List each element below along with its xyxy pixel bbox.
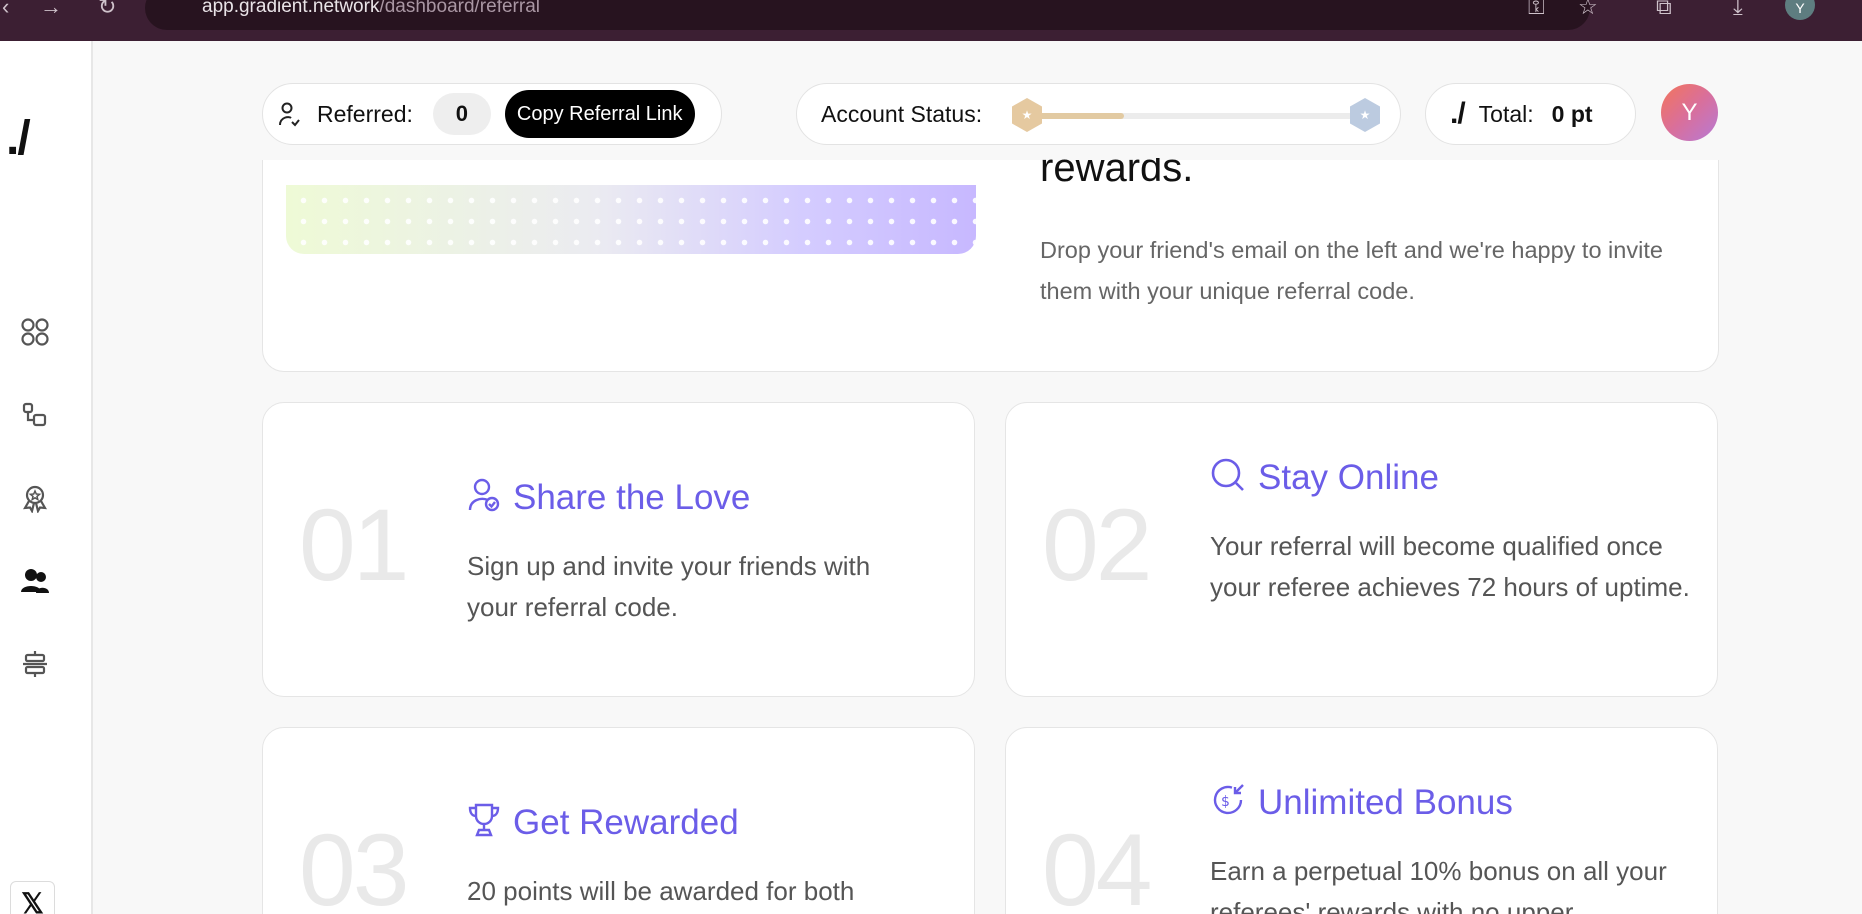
x-logo-icon: 𝕏	[21, 888, 44, 914]
referral-user-icon	[277, 101, 301, 127]
search-icon	[1210, 457, 1246, 498]
referred-label: Referred:	[317, 100, 413, 127]
step-description: Earn a perpetual 10% bonus on all your r…	[1210, 856, 1667, 914]
step-number: 04	[1042, 813, 1152, 914]
award-icon[interactable]	[18, 481, 52, 515]
step-description: 20 points will be awarded for both	[467, 876, 855, 906]
account-status-label: Account Status:	[821, 100, 983, 127]
step-description: Your referral will become qualified once…	[1210, 531, 1690, 602]
step-card-unlimited-bonus: 04 $ Unlimited Bonus Earn a perpetual 10…	[1005, 727, 1718, 914]
step-card-stay-online: 02 Stay Online Your referral will become…	[1005, 402, 1718, 697]
step-title: Stay Online	[1258, 457, 1439, 497]
step-title-row: $ Unlimited Bonus	[1210, 782, 1513, 823]
copy-referral-link-button[interactable]: Copy Referral Link	[504, 90, 695, 138]
step-title-row: Stay Online	[1210, 457, 1439, 498]
forward-icon[interactable]: →	[40, 0, 62, 18]
user-check-icon	[467, 477, 501, 518]
trophy-icon	[467, 802, 501, 843]
grid-icon[interactable]	[18, 315, 52, 349]
browser-toolbar: ‹ → ↻ app.gradient.network/dashboard/ref…	[0, 0, 1862, 41]
reload-icon[interactable]: ↻	[98, 0, 116, 18]
step-title-row: Get Rewarded	[467, 802, 739, 843]
account-status-pill: Account Status: ★ ★	[796, 83, 1401, 145]
sidebar: ./ 𝕏	[0, 41, 93, 914]
download-icon[interactable]: ⤓	[1733, 0, 1743, 18]
x-social-button[interactable]: 𝕏	[10, 881, 55, 914]
settings-icon[interactable]	[18, 647, 52, 681]
coin-refresh-icon: $	[1210, 782, 1246, 823]
extensions-icon[interactable]: ⧉	[1656, 0, 1672, 18]
total-value: 0 pt	[1551, 100, 1593, 127]
step-number: 02	[1042, 488, 1152, 602]
referred-count: 0	[432, 93, 491, 135]
password-key-icon[interactable]: ⚿	[1528, 0, 1545, 18]
intro-heading-text: rewards.	[1040, 158, 1194, 190]
silver-badge-icon: ★	[1350, 98, 1380, 132]
total-label: Total:	[1478, 100, 1534, 127]
account-status-progress	[1022, 113, 1362, 119]
step-card-share-the-love: 01 Share the Love Sign up and invite you…	[262, 402, 975, 697]
referred-pill: Referred: 0 Copy Referral Link	[262, 83, 722, 145]
step-number: 01	[299, 488, 409, 602]
svg-text:$: $	[1221, 794, 1230, 810]
users-icon[interactable]	[18, 564, 52, 598]
intro-heading: rewards.	[1040, 158, 1193, 208]
intro-description: Drop your friend's email on the left and…	[1040, 237, 1663, 304]
step-title: Get Rewarded	[513, 802, 739, 842]
intro-banner-image	[286, 185, 976, 254]
nodes-icon[interactable]	[18, 398, 52, 432]
step-description: Sign up and invite your friends with you…	[467, 551, 871, 622]
back-icon[interactable]: ‹	[2, 0, 9, 18]
step-number: 03	[299, 813, 409, 914]
browser-profile-avatar[interactable]: Y	[1785, 0, 1815, 20]
step-title-row: Share the Love	[467, 477, 750, 518]
total-points-pill: ./ Total: 0 pt	[1425, 83, 1636, 145]
url-text[interactable]: app.gradient.network/dashboard/referral	[202, 0, 540, 17]
user-avatar[interactable]: Y	[1661, 84, 1718, 141]
bronze-badge-icon: ★	[1012, 98, 1042, 132]
total-logo-icon: ./	[1450, 97, 1466, 130]
step-card-get-rewarded: 03 Get Rewarded 20 points will be awarde…	[262, 727, 975, 914]
url-path: /dashboard/referral	[379, 0, 540, 17]
app-logo[interactable]: ./	[6, 115, 31, 163]
bookmark-star-icon[interactable]: ☆	[1578, 0, 1598, 18]
step-title: Share the Love	[513, 477, 751, 517]
url-host: app.gradient.network	[202, 0, 380, 17]
step-title: Unlimited Bonus	[1258, 782, 1513, 822]
